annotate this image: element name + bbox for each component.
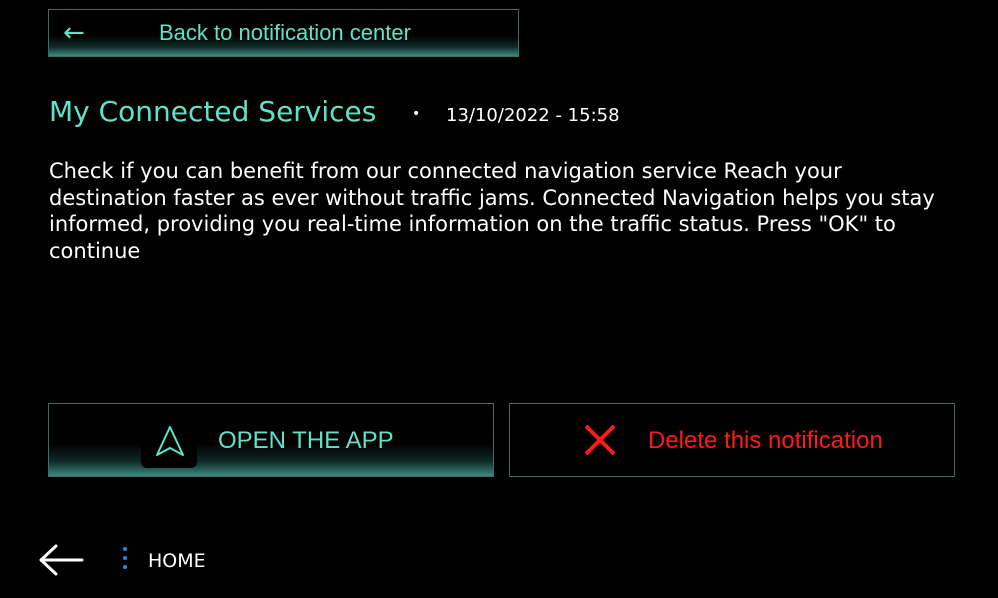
vertical-dots-icon (122, 547, 128, 573)
back-to-notification-center-label: Back to notification center (159, 20, 411, 45)
open-the-app-button[interactable]: OPEN THE APP (48, 403, 494, 477)
open-the-app-label: OPEN THE APP (218, 427, 394, 454)
title-separator: • (412, 106, 421, 122)
back-arrow-icon[interactable] (36, 538, 86, 582)
delete-notification-label: Delete this notification (648, 427, 883, 454)
navigation-arrow-icon (141, 418, 197, 468)
delete-notification-button[interactable]: Delete this notification (509, 403, 955, 477)
close-x-icon (582, 422, 618, 458)
back-to-notification-center-button[interactable]: ← Back to notification center (48, 9, 519, 57)
home-breadcrumb[interactable]: HOME (148, 549, 206, 573)
notification-message: Check if you can benefit from our connec… (49, 159, 935, 263)
notification-title: My Connected Services (49, 95, 377, 128)
back-arrow-icon: ← (63, 18, 85, 48)
notification-timestamp: 13/10/2022 - 15:58 (446, 105, 620, 126)
